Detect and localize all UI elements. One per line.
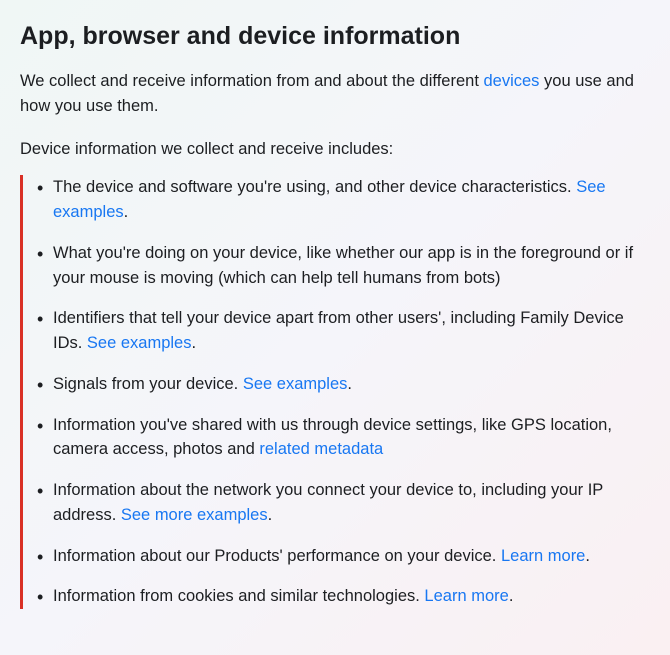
list-item: The device and software you're using, an… bbox=[53, 175, 650, 225]
list-item: Information you've shared with us throug… bbox=[53, 413, 650, 463]
bullet-list-wrapper: The device and software you're using, an… bbox=[20, 175, 650, 609]
item-text: Information from cookies and similar tec… bbox=[53, 587, 424, 605]
see-more-examples-link[interactable]: See more examples bbox=[121, 506, 268, 524]
list-item: Information about our Products' performa… bbox=[53, 544, 650, 569]
item-text-after: . bbox=[347, 375, 352, 393]
item-text: What you're doing on your device, like w… bbox=[53, 244, 633, 287]
see-examples-link[interactable]: See examples bbox=[243, 375, 348, 393]
item-text-after: . bbox=[509, 587, 514, 605]
list-item: What you're doing on your device, like w… bbox=[53, 241, 650, 291]
item-text-after: . bbox=[191, 334, 196, 352]
learn-more-link[interactable]: Learn more bbox=[424, 587, 508, 605]
item-text-after: . bbox=[124, 203, 129, 221]
list-item: Signals from your device. See examples. bbox=[53, 372, 650, 397]
related-metadata-link[interactable]: related metadata bbox=[259, 440, 383, 458]
learn-more-link[interactable]: Learn more bbox=[501, 547, 585, 565]
item-text: Information about our Products' performa… bbox=[53, 547, 501, 565]
list-item: Information from cookies and similar tec… bbox=[53, 584, 650, 609]
item-text-after: . bbox=[585, 547, 590, 565]
intro-text-before: We collect and receive information from … bbox=[20, 72, 483, 90]
subheading: Device information we collect and receiv… bbox=[20, 137, 650, 162]
list-item: Identifiers that tell your device apart … bbox=[53, 306, 650, 356]
item-text: Signals from your device. bbox=[53, 375, 243, 393]
item-text: The device and software you're using, an… bbox=[53, 178, 576, 196]
item-text-after: . bbox=[268, 506, 273, 524]
bullet-list: The device and software you're using, an… bbox=[27, 175, 650, 609]
section-heading: App, browser and device information bbox=[20, 22, 650, 51]
devices-link[interactable]: devices bbox=[483, 72, 539, 90]
see-examples-link[interactable]: See examples bbox=[87, 334, 192, 352]
list-item: Information about the network you connec… bbox=[53, 478, 650, 528]
intro-paragraph: We collect and receive information from … bbox=[20, 69, 650, 119]
